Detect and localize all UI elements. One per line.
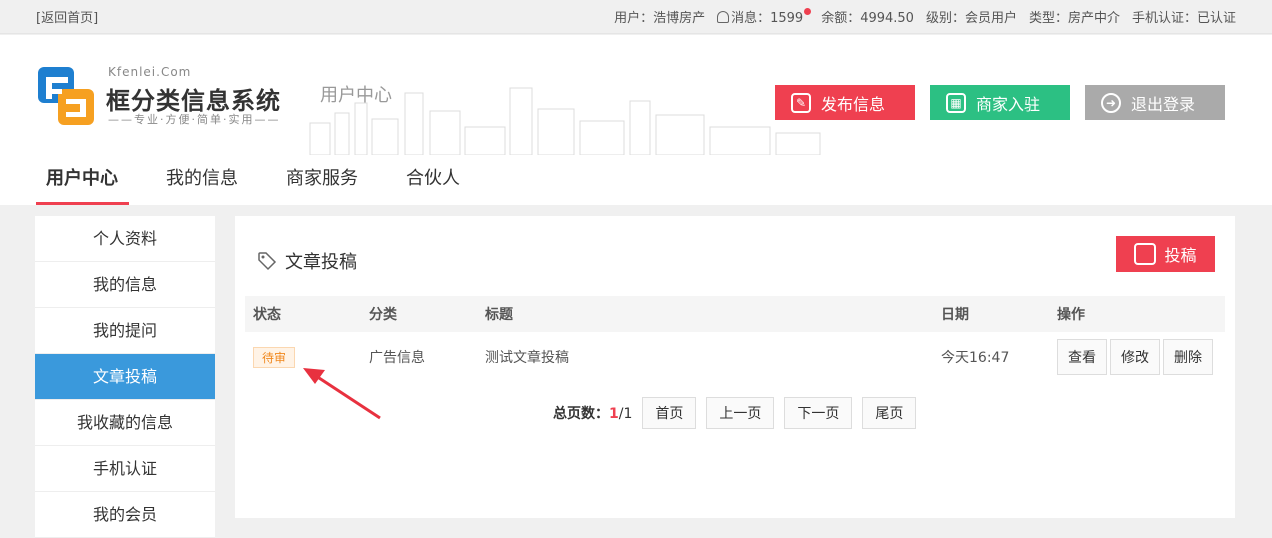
sidebar-item-phone-verify[interactable]: 手机认证	[35, 446, 215, 492]
sidebar-item-my-questions[interactable]: 我的提问	[35, 308, 215, 354]
unread-dot-icon	[804, 8, 812, 15]
sidebar-item-favorites[interactable]: 我收藏的信息	[35, 400, 215, 446]
back-home-link[interactable]: [返回首页]	[36, 7, 98, 26]
bell-icon	[717, 11, 730, 23]
edit-icon	[1134, 243, 1157, 265]
store-icon: ▦	[946, 92, 966, 113]
messages[interactable]: 消息：1599	[717, 7, 812, 26]
page-title-text: 文章投稿	[285, 252, 357, 273]
logo-slogan: ——专业·方便·简单·实用——	[108, 113, 281, 126]
page-title: 文章投稿	[257, 248, 357, 274]
submit-article-label: 投稿	[1164, 246, 1197, 265]
header: Kfenlei.Com 框分类信息系统 ——专业·方便·简单·实用—— 用户中心…	[0, 35, 1272, 205]
logo-icon[interactable]	[36, 65, 96, 127]
messages-label: 消息：	[731, 11, 771, 26]
balance: 余额：4994.50	[821, 11, 914, 26]
messages-count: 1599	[770, 8, 812, 26]
sidebar-item-my-info[interactable]: 我的信息	[35, 262, 215, 308]
prev-page-button[interactable]: 上一页	[706, 397, 775, 429]
col-category: 分类	[369, 307, 397, 323]
phone-verified: 手机认证：已认证	[1131, 11, 1236, 26]
col-status: 状态	[253, 307, 281, 323]
last-page-button[interactable]: 尾页	[862, 397, 917, 429]
merchant-label: 商家入驻	[976, 94, 1041, 114]
user-name: 用户：浩博房产	[614, 11, 706, 26]
table-header-row: 状态 分类 标题 日期 操作	[245, 296, 1225, 332]
publish-button[interactable]: ✎ 发布信息	[775, 85, 915, 120]
pagination: 总页数：1/1 首页 上一页 下一页 尾页	[553, 397, 917, 429]
nav-my-info[interactable]: 我的信息	[155, 163, 249, 205]
tag-icon	[258, 252, 277, 271]
row-actions: 查看 修改 删除	[1049, 332, 1225, 382]
first-page-button[interactable]: 首页	[642, 397, 697, 429]
nav-partner[interactable]: 合伙人	[395, 163, 471, 205]
sidebar: 个人资料 我的信息 我的提问 文章投稿 我收藏的信息 手机认证 我的会员	[35, 216, 215, 538]
sidebar-item-membership[interactable]: 我的会员	[35, 492, 215, 538]
user-info-bar: 用户：浩博房产 消息：1599 余额：4994.50 级别：会员用户 类型：房产…	[614, 7, 1236, 26]
edit-button[interactable]: 修改	[1110, 339, 1160, 375]
view-button[interactable]: 查看	[1057, 339, 1107, 375]
delete-button[interactable]: 删除	[1163, 339, 1213, 375]
submit-article-button[interactable]: 投稿	[1116, 236, 1215, 272]
header-subtitle: 用户中心	[320, 85, 392, 106]
col-date: 日期	[941, 307, 969, 323]
sidebar-item-profile[interactable]: 个人资料	[35, 216, 215, 262]
logo-text-en: Kfenlei.Com	[108, 65, 192, 79]
logout-label: 退出登录	[1131, 94, 1196, 114]
main-nav: 用户中心 我的信息 商家服务 合伙人	[36, 163, 497, 205]
pager-info: 总页数：1/1	[553, 406, 633, 422]
next-page-button[interactable]: 下一页	[784, 397, 853, 429]
nav-merchant-service[interactable]: 商家服务	[275, 163, 369, 205]
sidebar-item-article-submission[interactable]: 文章投稿	[35, 354, 215, 400]
row-title[interactable]: 测试文章投稿	[477, 332, 933, 382]
col-actions: 操作	[1057, 307, 1085, 323]
logout-button[interactable]: ➜ 退出登录	[1085, 85, 1225, 120]
member-level: 级别：会员用户	[925, 11, 1017, 26]
user-type: 类型：房产中介	[1028, 11, 1120, 26]
nav-user-center[interactable]: 用户中心	[36, 163, 129, 205]
col-title: 标题	[485, 307, 513, 323]
merchant-join-button[interactable]: ▦ 商家入驻	[930, 85, 1070, 120]
annotation-arrow-icon	[303, 368, 381, 420]
status-badge: 待审	[253, 346, 296, 368]
arrow-right-icon: ➜	[1101, 92, 1121, 113]
top-bar: [返回首页] 用户：浩博房产 消息：1599 余额：4994.50 级别：会员用…	[0, 0, 1272, 34]
row-date: 今天16:47	[941, 350, 1010, 366]
publish-label: 发布信息	[821, 94, 886, 114]
edit-icon: ✎	[791, 92, 811, 113]
